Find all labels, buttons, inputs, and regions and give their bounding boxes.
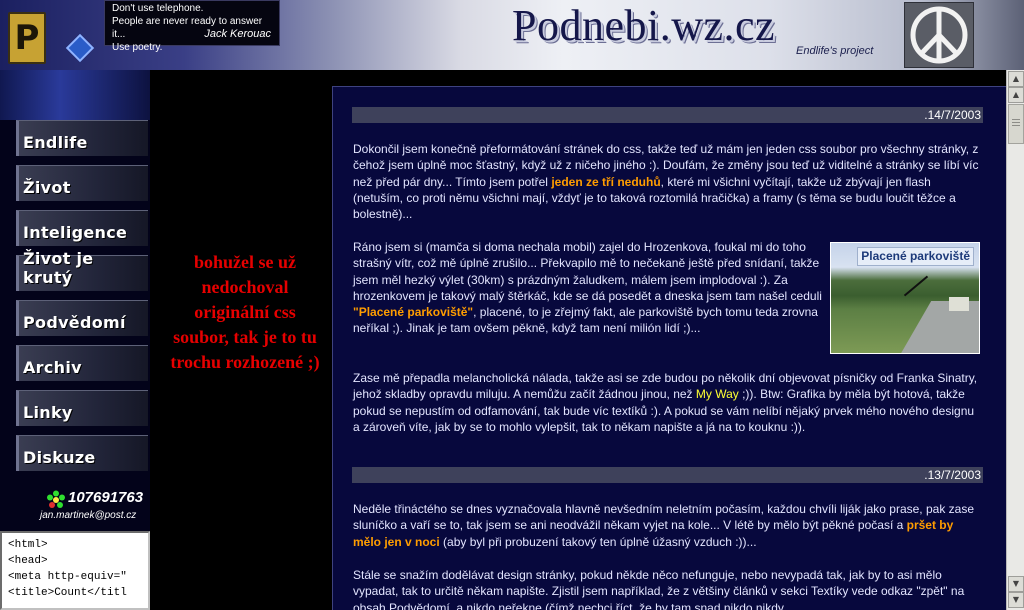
- nav-label: Podvědomí: [23, 313, 126, 332]
- site-title: Podnebi.wz.cz: [512, 1, 776, 50]
- icq-number: 107691763: [68, 489, 144, 506]
- nav-label: Inteligence: [23, 223, 128, 242]
- nav-item-inteligence[interactable]: Inteligence: [16, 210, 148, 246]
- header-banner: P Don't use telephone. People are never …: [0, 0, 1024, 70]
- p-logo-icon: P: [8, 12, 46, 64]
- post-paragraph: Zase mě přepadla melancholická nálada, t…: [353, 371, 978, 434]
- nav-label: Diskuze: [23, 448, 96, 467]
- scroll-up-arrow-icon[interactable]: ▲: [1008, 71, 1024, 87]
- scroll-thumb[interactable]: [1008, 104, 1024, 144]
- source-line: <head>: [8, 555, 48, 567]
- scroll-down-arrow-icon[interactable]: ▼: [1008, 576, 1024, 592]
- grip-icon: [1012, 119, 1020, 128]
- sidebar: Endlife Život Inteligence Život je krutý…: [0, 70, 150, 610]
- post-paragraph: Stále se snažím dodělávat design stránky…: [353, 568, 965, 610]
- scroll-up-arrow-icon[interactable]: ▲: [1008, 87, 1024, 103]
- site-subtitle: Endlife's project: [796, 45, 874, 57]
- post-date-bar: .13/7/2003: [352, 467, 983, 483]
- nav-item-podvedomi[interactable]: Podvědomí: [16, 300, 148, 336]
- parking-sign-label: Placené parkoviště: [857, 247, 974, 266]
- nav-item-diskuze[interactable]: Diskuze: [16, 435, 148, 471]
- source-line: <meta http-equiv=": [8, 571, 127, 583]
- nav-item-zivot-je-kruty[interactable]: Život je krutý: [16, 249, 148, 291]
- post-paragraph: Dokončil jsem konečně přeformátování str…: [353, 142, 979, 222]
- vertical-scrollbar[interactable]: ▲ ▲ ▼ ▼: [1006, 70, 1024, 610]
- arrow-shape: [903, 275, 929, 297]
- quote-box: Don't use telephone. People are never re…: [104, 0, 280, 53]
- nav-item-endlife[interactable]: Endlife: [16, 120, 148, 156]
- middle-column: bohužel se už nedochoval originální css …: [150, 70, 332, 610]
- nav-label: Endlife: [23, 133, 88, 152]
- content-frame: .14/7/2003 Dokončil jsem konečně přeform…: [332, 86, 1006, 610]
- post-paragraph: Ráno jsem si (mamča si doma nechala mobi…: [353, 240, 822, 336]
- diamond-logo-icon: [65, 33, 95, 63]
- scroll-down-arrow-icon[interactable]: ▼: [1008, 592, 1024, 608]
- quote-line: Use poetry.: [112, 42, 163, 53]
- email-link[interactable]: jan.martinek@post.cz: [40, 510, 136, 521]
- highlight-link[interactable]: jeden ze tří neduhů: [551, 175, 660, 189]
- nav-item-archiv[interactable]: Archiv: [16, 345, 148, 381]
- post-date-bar: .14/7/2003: [352, 107, 983, 123]
- nav-label: Život: [23, 178, 71, 197]
- quote-line: Don't use telephone.: [112, 3, 204, 14]
- icq-flower-icon: [47, 490, 65, 508]
- nav-label: Archiv: [23, 358, 82, 377]
- source-line: <html>: [8, 539, 48, 551]
- sidebar-header-strip: [0, 70, 150, 120]
- highlight-link[interactable]: "Placené parkoviště": [353, 305, 473, 319]
- parking-sign-photo: Placené parkoviště: [830, 242, 980, 354]
- hut-shape: [949, 297, 969, 311]
- nav-label: Život je krutý: [23, 249, 94, 287]
- source-code-pane[interactable]: <html> <head> <meta http-equiv=" <title>Cou…: [0, 531, 150, 610]
- contact-box: 107691763 jan.martinek@post.cz: [0, 488, 150, 532]
- css-notice: bohužel se už nedochoval originální css …: [170, 252, 320, 372]
- nav-item-zivot[interactable]: Život: [16, 165, 148, 201]
- post-paragraph: Neděle třináctého se dnes vyznačovala hl…: [353, 502, 975, 549]
- nav-item-linky[interactable]: Linky: [16, 390, 148, 426]
- quote-author: Jack Kerouac: [204, 28, 271, 40]
- my-way-link[interactable]: My Way: [696, 387, 739, 401]
- peace-symbol-icon: [904, 2, 974, 68]
- nav-label: Linky: [23, 403, 73, 422]
- source-line: <title>Count</titl: [8, 587, 127, 599]
